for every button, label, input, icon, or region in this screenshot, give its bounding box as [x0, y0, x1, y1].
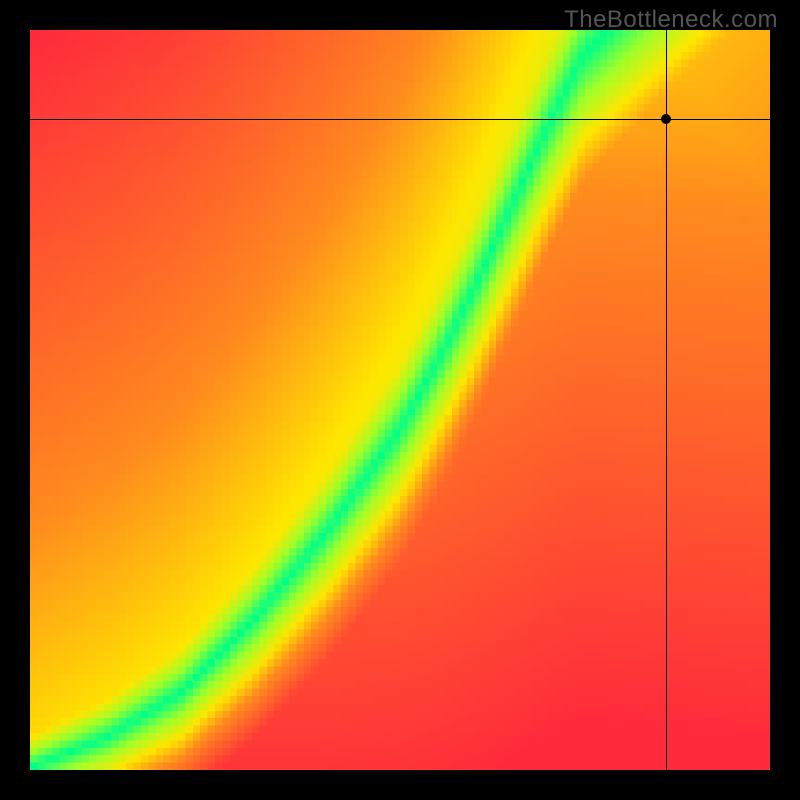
watermark-text: TheBottleneck.com	[564, 6, 778, 34]
selection-marker	[661, 114, 671, 124]
chart-frame: TheBottleneck.com	[0, 0, 800, 800]
heatmap-canvas	[30, 30, 770, 770]
heatmap-plot	[30, 30, 770, 770]
crosshair-horizontal	[30, 119, 770, 120]
crosshair-vertical	[666, 30, 667, 770]
